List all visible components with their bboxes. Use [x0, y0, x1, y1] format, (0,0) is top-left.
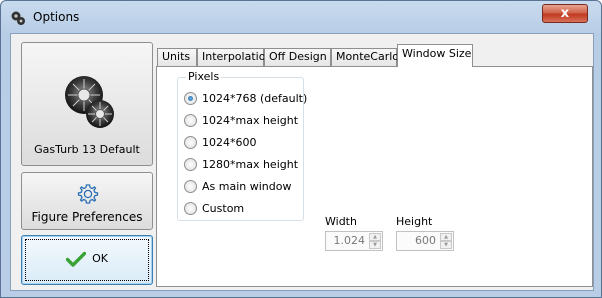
- dialog-client-area: GasTurb 13 Default Figure Preferences OK: [10, 33, 594, 291]
- tab-units[interactable]: Units: [157, 48, 197, 66]
- radio-icon[interactable]: [184, 201, 197, 215]
- radio-1024x768[interactable]: 1024*768 (default): [184, 91, 307, 107]
- options-window: Options x GasTurb 13 Default Figure Pref…: [0, 0, 602, 298]
- radio-icon[interactable]: [184, 135, 197, 149]
- window-size-panel: Pixels 1024*768 (default) 1024*max heigh…: [156, 66, 593, 287]
- tab-montecarlo[interactable]: MonteCarlo: [331, 48, 399, 66]
- turbine-icon: [65, 76, 114, 128]
- ok-button[interactable]: OK: [21, 235, 153, 285]
- gear-icon: [77, 184, 99, 204]
- tab-interpolation[interactable]: Interpolation: [197, 48, 272, 66]
- figure-preferences-button[interactable]: Figure Preferences: [21, 172, 153, 230]
- height-spinner[interactable]: 600 ▲ ▼: [396, 231, 454, 251]
- close-icon: x: [560, 6, 570, 21]
- width-value: 1.024: [333, 234, 366, 247]
- radio-1280-max-height[interactable]: 1280*max height: [184, 157, 298, 173]
- title-bar[interactable]: Options x: [1, 1, 601, 33]
- radio-icon[interactable]: [184, 113, 197, 127]
- tab-off-design[interactable]: Off Design: [264, 48, 331, 66]
- radio-1024x600[interactable]: 1024*600: [184, 135, 257, 151]
- preferences-label: Figure Preferences: [31, 210, 143, 224]
- window-title: Options: [33, 10, 80, 24]
- tab-window-size[interactable]: Window Size: [397, 44, 473, 67]
- width-spinner[interactable]: 1.024 ▲ ▼: [325, 231, 383, 251]
- spin-up-icon[interactable]: ▲: [369, 233, 381, 241]
- ok-label: OK: [92, 252, 108, 265]
- pixels-group: Pixels 1024*768 (default) 1024*max heigh…: [177, 70, 307, 221]
- spin-down-icon[interactable]: ▼: [369, 241, 381, 249]
- preset-label: GasTurb 13 Default: [34, 143, 140, 156]
- close-button[interactable]: x: [542, 4, 588, 23]
- height-value: 600: [415, 234, 436, 247]
- radio-1024-max-height[interactable]: 1024*max height: [184, 113, 298, 129]
- height-spin-arrows: ▲ ▼: [440, 233, 452, 249]
- width-label: Width: [325, 215, 357, 228]
- app-turbine-icon: [11, 11, 25, 25]
- spin-up-icon[interactable]: ▲: [440, 233, 452, 241]
- radio-icon[interactable]: [184, 157, 197, 171]
- radio-as-main-window[interactable]: As main window: [184, 179, 291, 195]
- spin-down-icon[interactable]: ▼: [440, 241, 452, 249]
- pixels-group-label: Pixels: [186, 70, 222, 83]
- gasturb-default-button[interactable]: GasTurb 13 Default: [21, 42, 153, 166]
- ok-content: OK: [22, 251, 152, 267]
- width-spin-arrows: ▲ ▼: [369, 233, 381, 249]
- check-icon: [66, 251, 87, 267]
- radio-icon[interactable]: [184, 179, 197, 193]
- radio-checked-icon[interactable]: [184, 91, 197, 105]
- radio-custom[interactable]: Custom: [184, 201, 244, 217]
- height-label: Height: [396, 215, 433, 228]
